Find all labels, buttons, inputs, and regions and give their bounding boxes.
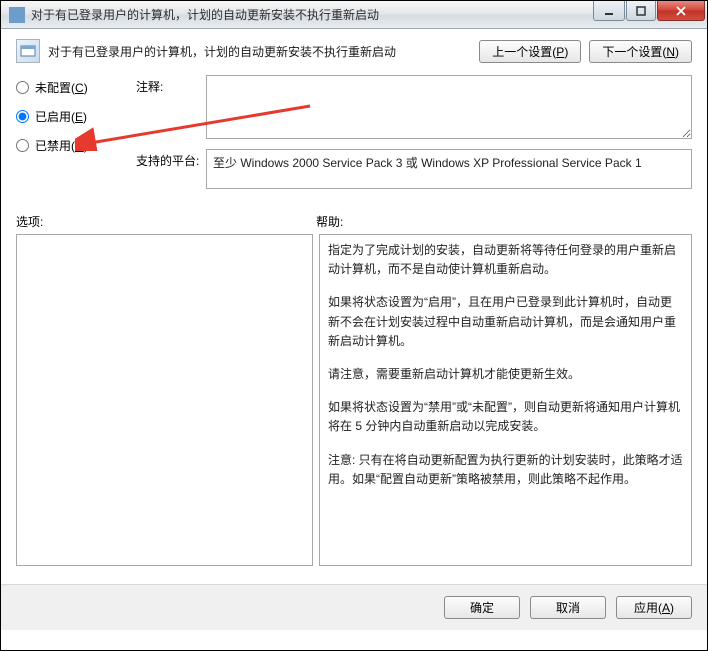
radio-enabled[interactable]: 已启用(E) — [16, 108, 126, 125]
window-controls — [592, 1, 705, 21]
comment-label: 注释: — [136, 75, 206, 139]
next-setting-label: 下一个设置 — [602, 45, 662, 59]
prev-accel: P — [556, 45, 564, 59]
radio-disabled-input[interactable] — [16, 139, 29, 152]
radio-enabled-label[interactable]: 已启用(E) — [35, 108, 87, 125]
apply-accel: A — [662, 601, 670, 615]
next-accel: N — [666, 45, 675, 59]
help-p2: 如果将状态设置为“启用”，且在用户已登录到此计算机时，自动更新不会在计划安装过程… — [328, 293, 683, 351]
options-label: 选项: — [16, 213, 316, 230]
next-setting-button[interactable]: 下一个设置(N) — [589, 40, 692, 63]
titlebar: 对于有已登录用户的计算机，计划的自动更新安装不执行重新启动 — [1, 1, 707, 29]
radio-disabled-label[interactable]: 已禁用(D) — [35, 137, 88, 154]
radio-not-configured-label[interactable]: 未配置(C) — [35, 79, 88, 96]
help-label: 帮助: — [316, 213, 692, 230]
help-p5: 注意: 只有在将自动更新配置为执行更新的计划安装时，此策略才适用。如果“配置自动… — [328, 451, 683, 489]
comment-row: 注释: — [136, 75, 692, 139]
help-p1: 指定为了完成计划的安装，自动更新将等待任何登录的用户重新启动计算机，而不是自动使… — [328, 241, 683, 279]
apply-label: 应用 — [634, 601, 658, 615]
close-button[interactable] — [657, 1, 705, 21]
platform-label: 支持的平台: — [136, 149, 206, 189]
radio-enabled-input[interactable] — [16, 110, 29, 123]
options-pane[interactable] — [16, 234, 313, 566]
prev-setting-label: 上一个设置 — [492, 45, 552, 59]
help-pane[interactable]: 指定为了完成计划的安装，自动更新将等待任何登录的用户重新启动计算机，而不是自动使… — [319, 234, 692, 566]
client-area: 对于有已登录用户的计算机，计划的自动更新安装不执行重新启动 上一个设置(P) 下… — [1, 29, 707, 584]
maximize-button[interactable] — [626, 1, 656, 21]
help-p3: 请注意，需要重新启动计算机才能使更新生效。 — [328, 365, 683, 384]
footer: 确定 取消 应用(A) — [1, 584, 707, 630]
ok-button[interactable]: 确定 — [444, 596, 520, 619]
platform-value: 至少 Windows 2000 Service Pack 3 或 Windows… — [206, 149, 692, 189]
header-row: 对于有已登录用户的计算机，计划的自动更新安装不执行重新启动 上一个设置(P) 下… — [16, 39, 692, 63]
help-p4: 如果将状态设置为“禁用”或“未配置”，则自动更新将通知用户计算机将在 5 分钟内… — [328, 398, 683, 436]
radio-group: 未配置(C) 已启用(E) 已禁用(D) — [16, 75, 126, 199]
app-icon — [9, 7, 25, 23]
prev-setting-button[interactable]: 上一个设置(P) — [479, 40, 581, 63]
platform-row: 支持的平台: 至少 Windows 2000 Service Pack 3 或 … — [136, 149, 692, 189]
radio-not-configured[interactable]: 未配置(C) — [16, 79, 126, 96]
ok-label: 确定 — [470, 601, 494, 615]
cancel-label: 取消 — [556, 601, 580, 615]
comment-input[interactable] — [206, 75, 692, 139]
policy-icon — [16, 39, 40, 63]
cancel-button[interactable]: 取消 — [530, 596, 606, 619]
apply-button[interactable]: 应用(A) — [616, 596, 692, 619]
fields-col: 注释: 支持的平台: 至少 Windows 2000 Service Pack … — [136, 75, 692, 199]
help-text: 指定为了完成计划的安装，自动更新将等待任何登录的用户重新启动计算机，而不是自动使… — [328, 241, 683, 489]
minimize-button[interactable] — [593, 1, 625, 21]
panes: 指定为了完成计划的安装，自动更新将等待任何登录的用户重新启动计算机，而不是自动使… — [16, 234, 692, 566]
section-labels: 选项: 帮助: — [16, 213, 692, 230]
page-title: 对于有已登录用户的计算机，计划的自动更新安装不执行重新启动 — [48, 43, 471, 60]
top-grid: 未配置(C) 已启用(E) 已禁用(D) 注释: — [16, 75, 692, 199]
radio-not-configured-input[interactable] — [16, 81, 29, 94]
radio-disabled[interactable]: 已禁用(D) — [16, 137, 126, 154]
